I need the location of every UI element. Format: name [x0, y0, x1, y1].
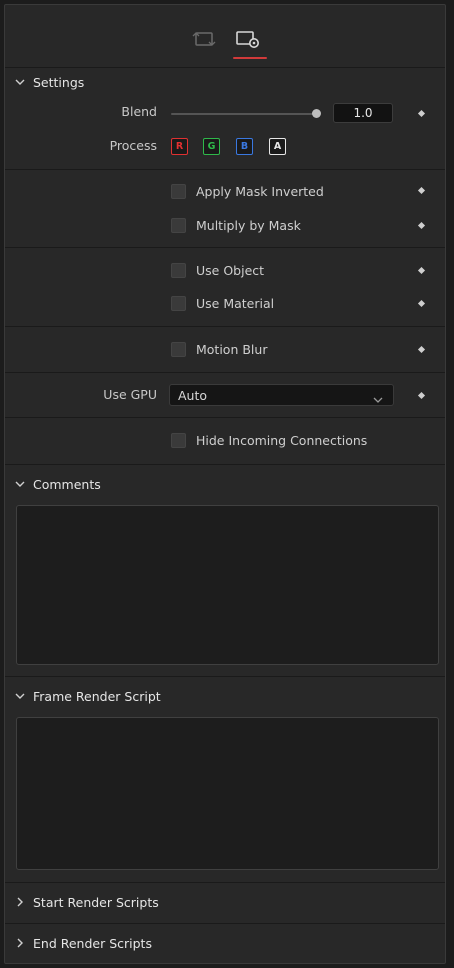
- chevron-right-icon: [13, 936, 27, 950]
- blend-value-input[interactable]: 1.0: [333, 103, 393, 123]
- start-render-scripts-section-header[interactable]: Start Render Scripts: [5, 887, 445, 917]
- chevron-down-icon: [13, 689, 27, 703]
- channel-r-toggle[interactable]: R: [171, 138, 188, 155]
- use-object-keyframe-icon[interactable]: [417, 266, 426, 275]
- use-gpu-selected-value: Auto: [178, 387, 208, 403]
- end-render-scripts-section-header[interactable]: End Render Scripts: [5, 928, 445, 958]
- use-material-keyframe-icon[interactable]: [417, 299, 426, 308]
- chevron-down-icon: [13, 477, 27, 491]
- swap-views-icon[interactable]: [189, 27, 219, 51]
- multiply-by-mask-checkbox[interactable]: [171, 218, 186, 233]
- frame-render-script-textarea[interactable]: [16, 717, 439, 870]
- hide-incoming-connections-checkbox[interactable]: [171, 433, 186, 448]
- blend-keyframe-icon[interactable]: [417, 109, 426, 118]
- settings-section-header[interactable]: Settings: [5, 67, 445, 97]
- apply-mask-inverted-keyframe-icon[interactable]: [417, 186, 426, 195]
- motion-blur-label: Motion Blur: [196, 342, 268, 357]
- hide-incoming-connections-label: Hide Incoming Connections: [196, 433, 368, 448]
- comments-textarea[interactable]: [16, 505, 439, 665]
- use-gpu-keyframe-icon[interactable]: [417, 391, 426, 400]
- comments-section-header[interactable]: Comments: [5, 469, 445, 499]
- blend-slider-handle[interactable]: [312, 109, 321, 118]
- blend-slider-track[interactable]: [171, 113, 319, 115]
- apply-mask-inverted-checkbox[interactable]: [171, 184, 186, 199]
- frame-render-script-section-header[interactable]: Frame Render Script: [5, 681, 445, 711]
- multiply-by-mask-keyframe-icon[interactable]: [417, 221, 426, 230]
- start-render-scripts-section-title: Start Render Scripts: [33, 894, 159, 910]
- chevron-right-icon: [13, 895, 27, 909]
- motion-blur-checkbox[interactable]: [171, 342, 186, 357]
- end-render-scripts-section-title: End Render Scripts: [33, 935, 152, 951]
- use-gpu-dropdown[interactable]: Auto: [169, 384, 394, 406]
- process-label: Process: [109, 138, 157, 153]
- use-material-label: Use Material: [196, 296, 275, 311]
- multiply-by-mask-label: Multiply by Mask: [196, 218, 301, 233]
- chevron-down-icon: [13, 75, 27, 89]
- settings-section-title: Settings: [33, 74, 85, 90]
- chevron-down-icon: [373, 392, 383, 407]
- blend-label: Blend: [121, 104, 157, 119]
- inspector-panel: Settings Blend 1.0 Process R G B A Apply…: [4, 4, 446, 964]
- use-object-checkbox[interactable]: [171, 263, 186, 278]
- channel-g-toggle[interactable]: G: [203, 138, 220, 155]
- channel-a-toggle[interactable]: A: [269, 138, 286, 155]
- active-tab-indicator: [233, 57, 267, 59]
- motion-blur-keyframe-icon[interactable]: [417, 345, 426, 354]
- apply-mask-inverted-label: Apply Mask Inverted: [196, 184, 324, 199]
- channel-b-toggle[interactable]: B: [236, 138, 253, 155]
- use-gpu-label: Use GPU: [103, 387, 157, 402]
- use-material-checkbox[interactable]: [171, 296, 186, 311]
- use-object-label: Use Object: [196, 263, 265, 278]
- settings-gear-icon[interactable]: [233, 27, 263, 51]
- frame-render-script-section-title: Frame Render Script: [33, 688, 161, 704]
- comments-section-title: Comments: [33, 476, 101, 492]
